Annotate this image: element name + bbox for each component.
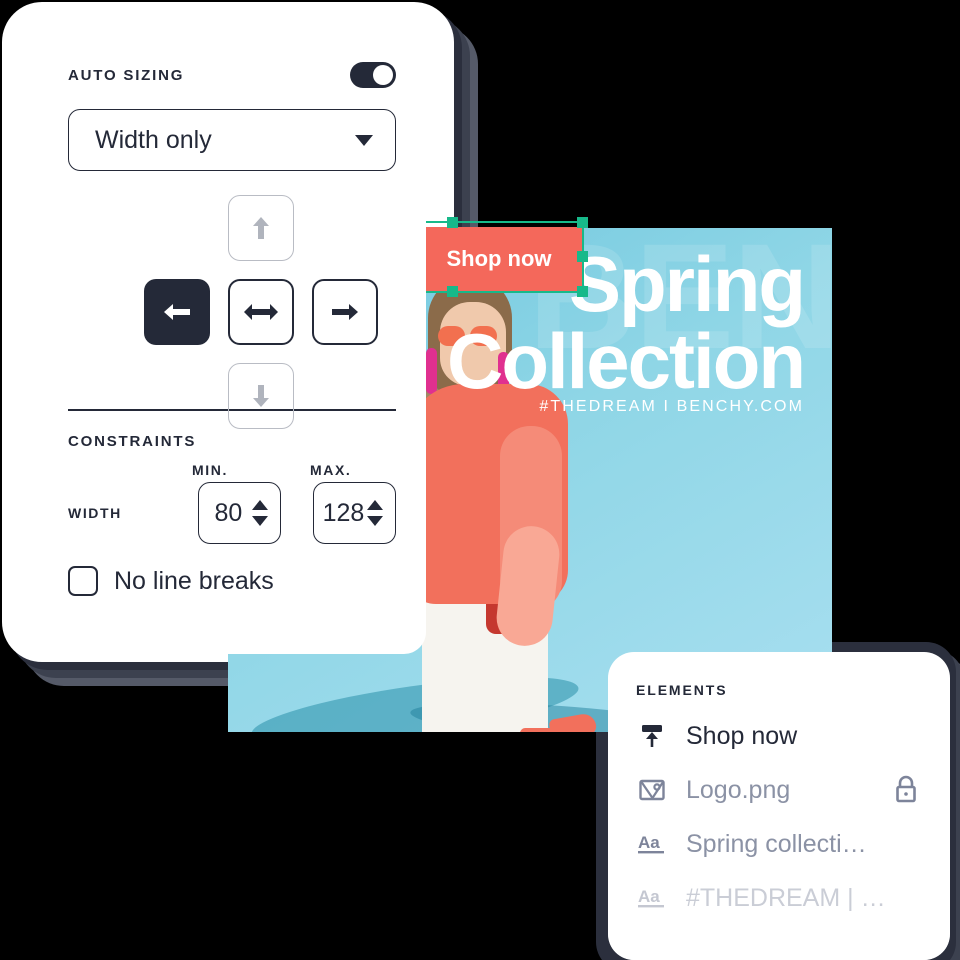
arrow-left-icon [164,304,190,320]
button-icon [636,720,668,752]
svg-text:Aa: Aa [638,833,660,852]
resize-handle-middle-right[interactable] [577,251,588,262]
text-icon: Aa [636,882,668,914]
arrow-down-icon [253,385,269,407]
text-icon: Aa [636,828,668,860]
list-item[interactable]: Shop now [636,720,922,752]
auto-sizing-toggle[interactable] [350,62,396,88]
resize-handle-bottom-right[interactable] [577,286,588,297]
settings-panel: AUTO SIZING Width only CONSTRAINTS MIN. … [38,36,426,654]
max-width-increment-icon[interactable] [366,500,383,510]
min-width-spinner [251,500,268,526]
min-column-label: MIN. [192,462,228,478]
elements-panel: ELEMENTS Shop now Logo.png Aa Spring col… [608,652,950,960]
no-line-breaks-row[interactable]: No line breaks [68,566,396,596]
arrow-up-icon [253,217,269,239]
list-item[interactable]: Logo.png [636,774,922,806]
arrow-horizontal-icon [244,304,278,320]
width-row-label: WIDTH [68,505,122,521]
max-width-decrement-icon[interactable] [366,516,383,526]
screen: BENCHY. Spring Collection #THEDREAM I BE… [0,0,960,960]
shoe-left [520,728,560,732]
auto-sizing-title: AUTO SIZING [68,66,185,84]
direction-pad [68,195,396,429]
width-constraint-row: WIDTH 80 128 [68,482,396,544]
direction-key-left[interactable] [144,279,210,345]
no-line-breaks-label: No line breaks [114,566,274,595]
elements-panel-title: ELEMENTS [636,682,728,698]
direction-key-down[interactable] [228,363,294,429]
max-column-label: MAX. [310,462,352,478]
toggle-knob [373,65,393,85]
list-item-label: Shop now [686,721,798,750]
min-width-increment-icon[interactable] [251,500,268,510]
svg-text:Aa: Aa [638,887,660,906]
list-item-label: Spring collecti… [686,829,867,858]
list-item[interactable]: Aa #THEDREAM | … [636,882,922,914]
no-line-breaks-checkbox[interactable] [68,566,98,596]
max-width-value[interactable]: 128 [320,499,367,528]
arrow-right-icon [332,304,358,320]
chevron-down-icon [355,134,373,146]
direction-key-horizontal[interactable] [228,279,294,345]
lock-icon[interactable] [892,774,922,806]
list-item-label: #THEDREAM | … [686,883,886,912]
direction-key-up[interactable] [228,195,294,261]
resize-handle-bottom-center[interactable] [447,286,458,297]
sizing-mode-select[interactable]: Width only [68,109,396,171]
sizing-mode-value: Width only [95,125,212,154]
auto-sizing-header: AUTO SIZING [68,62,396,88]
max-width-spinner [366,500,383,526]
min-width-value[interactable]: 80 [205,499,252,528]
list-item[interactable]: Aa Spring collecti… [636,828,922,860]
resize-handle-top-center[interactable] [447,217,458,228]
image-icon [636,774,668,806]
list-fade-overlay [608,914,950,960]
list-item-label: Logo.png [686,775,791,804]
shop-now-button[interactable]: Shop now [416,227,582,291]
resize-handle-top-right[interactable] [577,217,588,228]
min-width-decrement-icon[interactable] [251,516,268,526]
max-width-stepper[interactable]: 128 [312,482,396,544]
direction-key-right[interactable] [312,279,378,345]
constraints-title: CONSTRAINTS [68,433,197,450]
min-width-stepper[interactable]: 80 [197,482,281,544]
constraints-column-headers: MIN. MAX. [68,462,396,478]
